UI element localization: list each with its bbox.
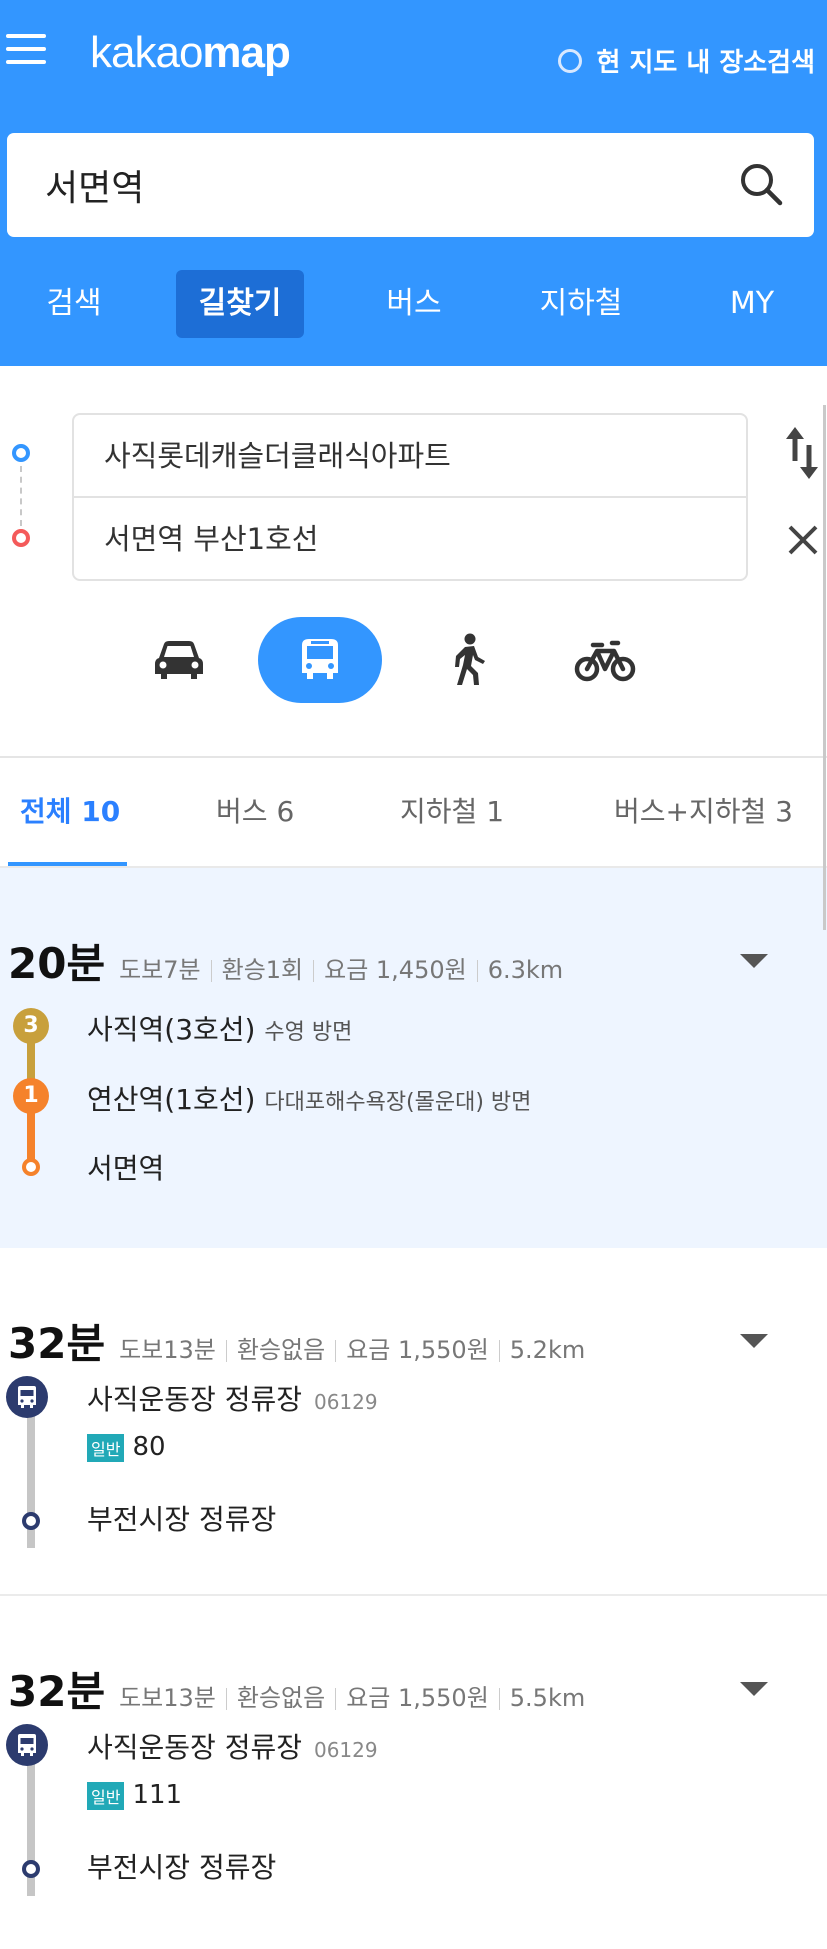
subway-line-badge: 3 <box>13 1008 49 1044</box>
arrival-dot-icon <box>22 1512 40 1530</box>
origin-field[interactable]: 사직롯데캐슬더클래식아파트 <box>74 415 746 498</box>
mode-transit[interactable] <box>258 617 382 703</box>
tab-directions[interactable]: 길찾기 <box>176 270 304 338</box>
tab-bus[interactable]: 버스 <box>376 270 452 338</box>
route-duration: 32분 <box>8 1667 106 1716</box>
route-connector <box>20 466 22 526</box>
expand-chevron-icon[interactable] <box>740 954 768 968</box>
search-box <box>7 133 814 237</box>
route-meta: 도보13분 환승없음 요금 1,550원 5.2km <box>119 1336 586 1364</box>
area-search-toggle[interactable]: 현 지도 내 장소검색 <box>558 42 815 79</box>
expand-chevron-icon[interactable] <box>740 1334 768 1348</box>
bike-icon <box>574 640 636 682</box>
boarding-stop: 사직운동장 정류장 06129 <box>87 1731 378 1764</box>
arrival-dot-icon <box>22 1158 40 1176</box>
destination-marker-icon <box>12 529 30 547</box>
origin-marker-icon <box>12 444 30 462</box>
mode-bike[interactable] <box>562 617 648 703</box>
expand-chevron-icon[interactable] <box>740 1682 768 1696</box>
arrival-stop: 부전시장 정류장 <box>87 1851 277 1884</box>
car-icon <box>155 641 203 679</box>
hamburger-menu-icon[interactable] <box>6 34 46 68</box>
route-result[interactable]: 32분 도보13분 환승없음 요금 1,550원 5.5km 사직운동장 정류장 061… <box>0 1596 827 1949</box>
bus-number: 80 <box>132 1432 166 1462</box>
route-summary: 32분 도보13분 환승없음 요금 1,550원 5.5km <box>8 1658 585 1719</box>
bus-icon <box>302 639 338 679</box>
filter-tab-all[interactable]: 전체 10 <box>20 790 120 830</box>
scrollbar[interactable] <box>823 405 826 930</box>
bus-icon <box>18 1734 36 1756</box>
route-meta: 도보7분 환승1회 요금 1,450원 6.3km <box>119 956 564 984</box>
mode-car[interactable] <box>136 617 222 703</box>
filter-tab-bus[interactable]: 버스 6 <box>216 790 294 830</box>
search-input[interactable] <box>45 133 695 237</box>
route-inputs: 사직롯데캐슬더클래식아파트 서면역 부산1호선 <box>72 413 748 581</box>
bus-type-badge: 일반 <box>87 1781 125 1810</box>
boarding-station: 사직역(3호선) 수영 방면 <box>87 1013 353 1046</box>
transfer-station: 연산역(1호선) 다대포해수욕장(몰운대) 방면 <box>87 1083 532 1116</box>
bus-line: 일반 111 <box>87 1780 182 1810</box>
search-icon[interactable] <box>738 161 784 207</box>
route-summary: 32분 도보13분 환승없음 요금 1,550원 5.2km <box>8 1310 585 1371</box>
destination-field[interactable]: 서면역 부산1호선 <box>74 498 746 581</box>
tab-my[interactable]: MY <box>722 270 782 338</box>
arrival-station: 서면역 <box>87 1152 165 1185</box>
main-nav: 검색 길찾기 버스 지하철 MY <box>0 270 827 338</box>
bus-number: 111 <box>132 1780 183 1810</box>
tab-search[interactable]: 검색 <box>36 270 112 338</box>
arrival-stop: 부전시장 정류장 <box>87 1503 277 1536</box>
clear-route-icon[interactable] <box>784 521 822 559</box>
divider <box>0 756 827 758</box>
kakaomap-logo[interactable]: kakaomap <box>90 28 291 78</box>
route-result[interactable]: 20분 도보7분 환승1회 요금 1,450원 6.3km 3 1 사직역(3호선) … <box>0 868 827 1248</box>
bus-type-badge: 일반 <box>87 1433 125 1462</box>
filter-tab-bus-subway[interactable]: 버스+지하철 3 <box>614 790 793 830</box>
route-result[interactable]: 32분 도보13분 환승없음 요금 1,550원 5.2km 사직운동장 정류장 061… <box>0 1248 827 1596</box>
swap-route-icon[interactable] <box>782 425 822 481</box>
bus-line: 일반 80 <box>87 1432 166 1462</box>
arrival-dot-icon <box>22 1860 40 1878</box>
bus-stop-badge <box>6 1724 48 1766</box>
bus-icon <box>18 1386 36 1408</box>
route-meta: 도보13분 환승없음 요금 1,550원 5.5km <box>119 1684 586 1712</box>
subway-line-badge: 1 <box>13 1078 49 1114</box>
app-header: kakaomap 현 지도 내 장소검색 검색 길찾기 버스 지하철 MY <box>0 0 827 366</box>
walk-icon <box>455 633 485 685</box>
boarding-stop: 사직운동장 정류장 06129 <box>87 1383 378 1416</box>
route-summary: 20분 도보7분 환승1회 요금 1,450원 6.3km <box>8 930 563 991</box>
route-duration: 32분 <box>8 1319 106 1368</box>
route-duration: 20분 <box>8 939 106 988</box>
radio-circle-icon[interactable] <box>558 48 583 73</box>
bus-stop-badge <box>6 1376 48 1418</box>
area-search-label: 현 지도 내 장소검색 <box>596 48 815 78</box>
tab-subway[interactable]: 지하철 <box>528 270 634 338</box>
filter-tab-subway[interactable]: 지하철 1 <box>400 790 504 830</box>
mode-walk[interactable] <box>425 617 511 703</box>
